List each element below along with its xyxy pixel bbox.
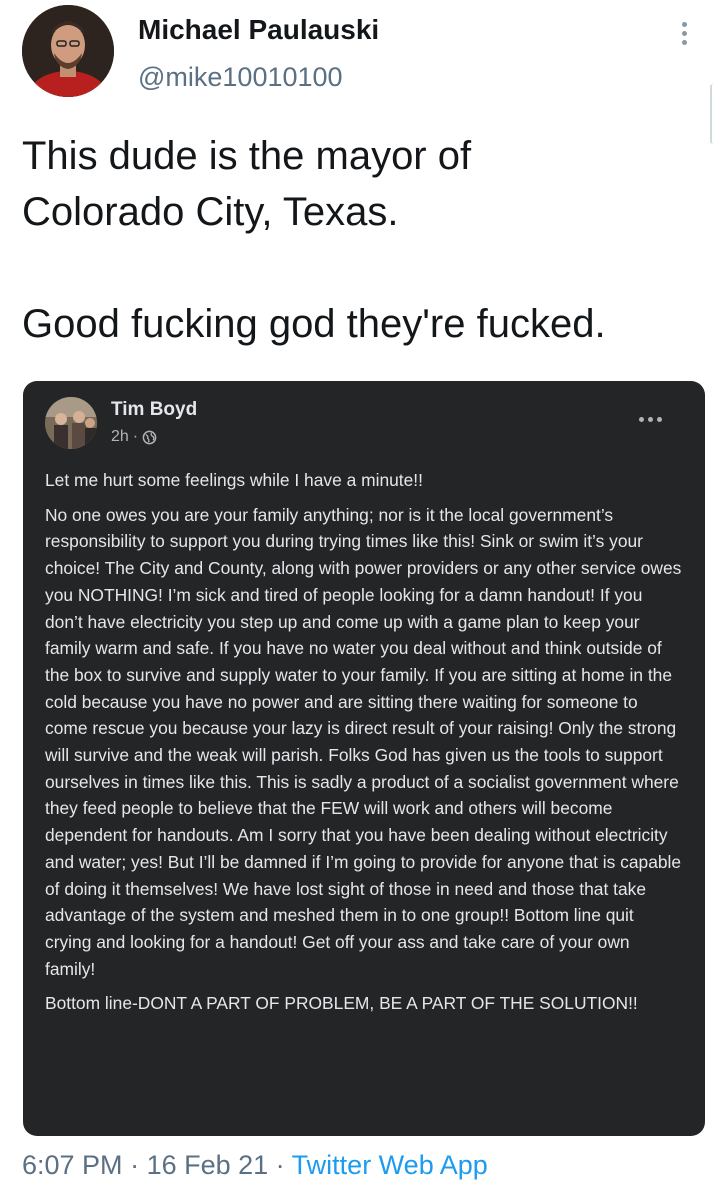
tweet-meta: 6:07 PM · 16 Feb 21 · Twitter Web App: [22, 1150, 488, 1181]
fb-post-meta: 2h ·: [111, 428, 157, 446]
tweet-text: This dude is the mayor of Colorado City,…: [22, 134, 606, 346]
globe-icon: [142, 430, 157, 444]
meta-separator: ·: [122, 1150, 147, 1180]
author-photo: [22, 5, 114, 97]
embedded-facebook-post: Tim Boyd 2h · Let me hurt some feelings …: [23, 381, 705, 1136]
fb-paragraph-intro: Let me hurt some feelings while I have a…: [45, 470, 423, 490]
fb-post-body: Let me hurt some feelings while I have a…: [45, 467, 683, 1025]
edge-divider: [710, 84, 720, 144]
meta-separator: ·: [268, 1150, 292, 1180]
fb-author-name[interactable]: Tim Boyd: [111, 399, 197, 421]
tweet-date[interactable]: 16 Feb 21: [147, 1150, 269, 1180]
fb-author-avatar[interactable]: [45, 397, 97, 449]
more-vertical-icon[interactable]: [676, 18, 692, 54]
more-horizontal-icon[interactable]: [639, 417, 662, 422]
author-name[interactable]: Michael Paulauski: [138, 14, 379, 46]
tweet-source-app[interactable]: Twitter Web App: [292, 1150, 488, 1180]
author-avatar[interactable]: [22, 5, 114, 97]
fb-post-time[interactable]: 2h: [111, 428, 129, 446]
fb-paragraph-main: No one owes you are your family anything…: [45, 504, 682, 979]
fb-time-separator: ·: [132, 428, 139, 445]
author-handle[interactable]: @mike10010100: [138, 62, 343, 93]
fb-author-photo: [45, 397, 97, 449]
fb-paragraph-closing: Bottom line-DONT A PART OF PROBLEM, BE A…: [45, 993, 638, 1014]
tweet-time[interactable]: 6:07 PM: [22, 1150, 123, 1180]
